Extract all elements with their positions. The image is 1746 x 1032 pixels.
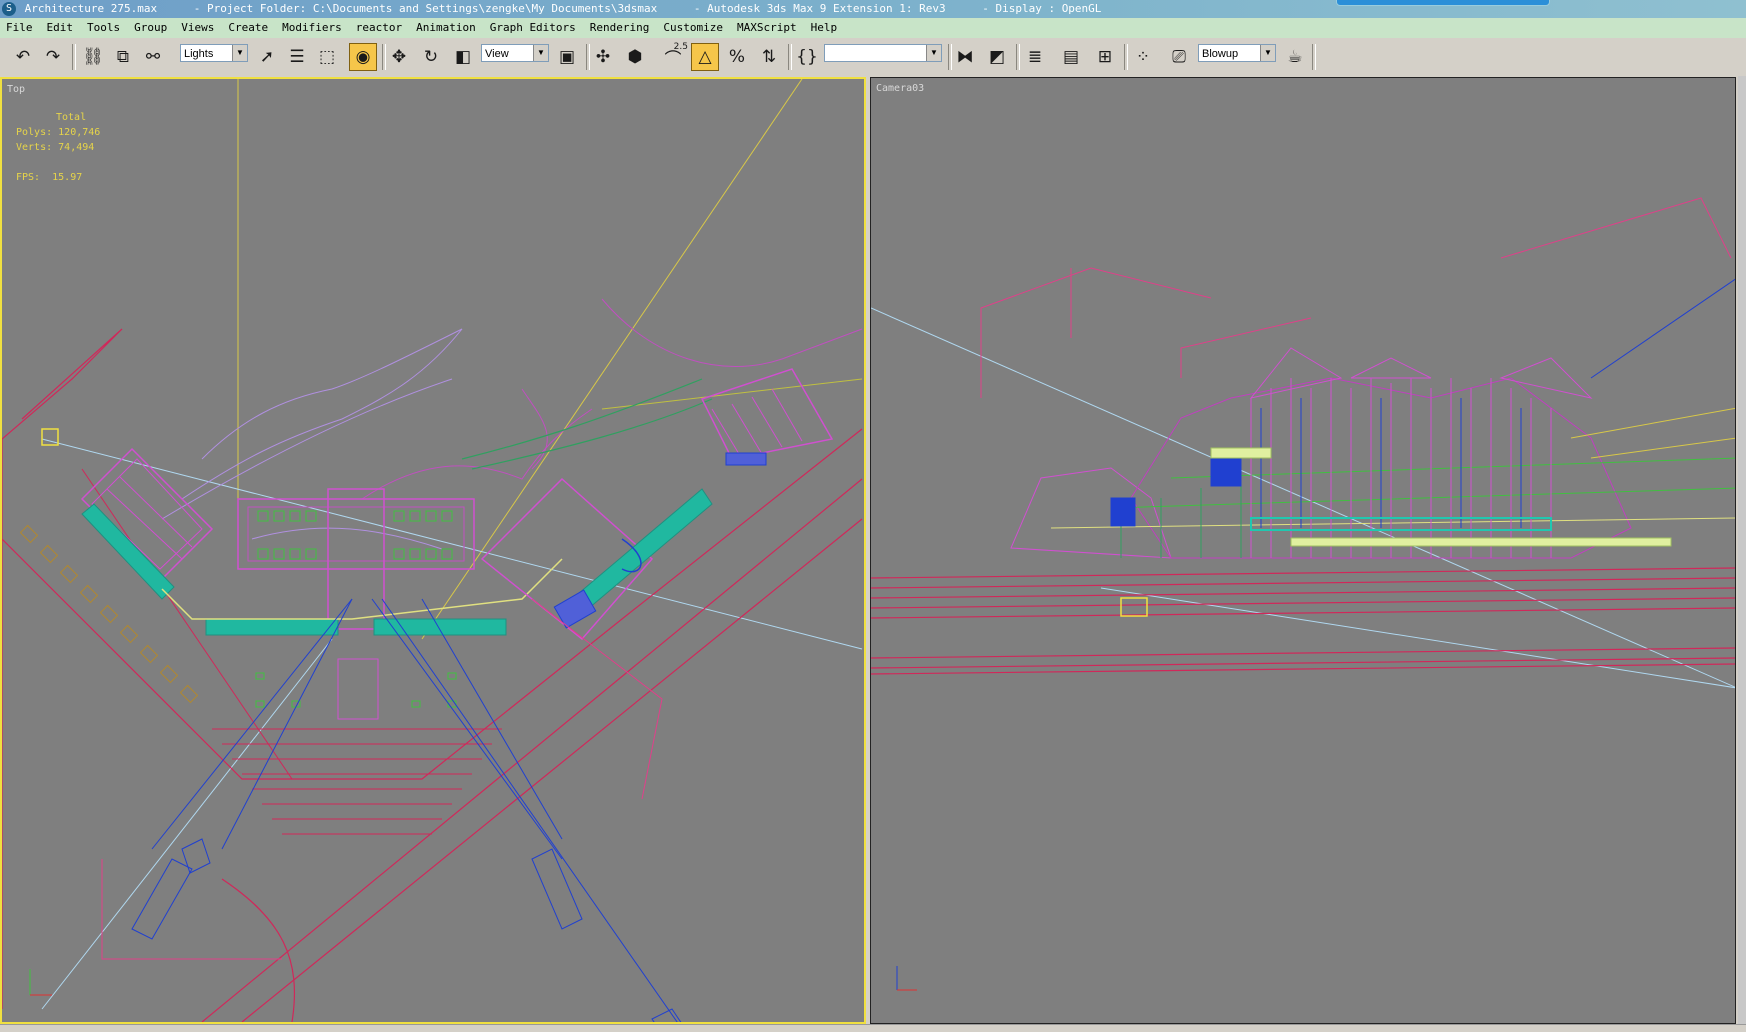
title-bar-controls[interactable] xyxy=(1336,0,1550,6)
title-bar: S Architecture 275.max - Project Folder:… xyxy=(0,0,1746,18)
menu-tools[interactable]: Tools xyxy=(80,18,127,38)
manipulate-icon[interactable]: ✣ xyxy=(590,44,616,70)
select-by-name-icon[interactable]: ☰ xyxy=(284,44,310,70)
stats-fps-value: 15.97 xyxy=(52,172,83,183)
stats-total-header: Total xyxy=(56,112,87,123)
move-icon[interactable]: ✥ xyxy=(386,44,412,70)
align-icon[interactable]: ◩ xyxy=(984,44,1010,70)
stats-polys-label: Polys: xyxy=(16,127,53,138)
menu-edit[interactable]: Edit xyxy=(40,18,81,38)
schematic-icon[interactable]: ⊞ xyxy=(1092,44,1118,70)
material-editor-icon[interactable]: ⁘ xyxy=(1130,44,1156,70)
menu-reactor[interactable]: reactor xyxy=(349,18,409,38)
viewport-statistics: Total Polys: 120,746 Verts: 74,494 FPS: … xyxy=(16,110,100,185)
spinner-snap-icon[interactable]: ⇅ xyxy=(756,44,782,70)
window-crossing-icon[interactable]: ◉ xyxy=(349,43,377,71)
viewport-label-top[interactable]: Top xyxy=(7,84,25,95)
chevron-down-icon: ▼ xyxy=(1260,45,1275,61)
scale-icon[interactable]: ◧ xyxy=(450,44,476,70)
menu-file[interactable]: File xyxy=(0,18,40,38)
chevron-down-icon: ▼ xyxy=(232,45,247,61)
angle-snap-icon[interactable]: △ xyxy=(691,43,719,71)
quick-render-icon[interactable]: ☕ xyxy=(1282,44,1308,70)
menu-animation[interactable]: Animation xyxy=(409,18,483,38)
layer-manager-icon[interactable]: ≣ xyxy=(1022,44,1048,70)
viewport-top[interactable]: Top Total Polys: 120,746 Verts: 74,494 F… xyxy=(0,77,866,1024)
reference-coord-dropdown[interactable]: View ▼ xyxy=(481,44,549,62)
percent-snap-icon[interactable]: % xyxy=(724,44,750,70)
command-panel-edge[interactable] xyxy=(1738,76,1746,1024)
viewport-area: Top Total Polys: 120,746 Verts: 74,494 F… xyxy=(0,76,1746,1031)
render-scene-icon[interactable]: ⎚ xyxy=(1166,44,1192,70)
title-file: Architecture 275.max xyxy=(24,2,158,15)
select-object-icon[interactable]: ➚ xyxy=(254,44,280,70)
rotate-icon[interactable]: ↻ xyxy=(418,44,444,70)
title-display-driver: - Display : OpenGL xyxy=(982,2,1102,15)
redo-icon[interactable]: ↷ xyxy=(40,44,66,70)
named-selection-dropdown[interactable]: ▼ xyxy=(824,44,942,62)
stats-polys-value: 120,746 xyxy=(58,127,101,138)
menu-create[interactable]: Create xyxy=(221,18,275,38)
title-project-folder: - Project Folder: C:\Documents and Setti… xyxy=(193,2,658,15)
stats-fps-label: FPS: xyxy=(16,172,41,183)
bind-spacewarp-icon[interactable]: ⚯ xyxy=(140,44,166,70)
keyboard-shortcut-icon[interactable]: ⬢ xyxy=(622,44,648,70)
menu-modifiers[interactable]: Modifiers xyxy=(275,18,349,38)
curve-editor-icon[interactable]: ▤ xyxy=(1058,44,1084,70)
stats-verts-value: 74,494 xyxy=(58,142,95,153)
menu-customize[interactable]: Customize xyxy=(656,18,730,38)
3dsmax-app-icon[interactable]: S xyxy=(2,2,16,16)
chevron-down-icon: ▼ xyxy=(926,45,941,61)
unlink-icon[interactable]: ⧉ xyxy=(110,44,136,70)
menu-views[interactable]: Views xyxy=(174,18,221,38)
pivot-icon[interactable]: ▣ xyxy=(554,44,580,70)
menu-group[interactable]: Group xyxy=(127,18,174,38)
edit-named-sel-icon[interactable]: {} xyxy=(794,44,820,70)
menu-rendering[interactable]: Rendering xyxy=(583,18,657,38)
camera-view-wireframe xyxy=(871,197,1735,991)
mirror-icon[interactable]: ⧓ xyxy=(952,44,978,70)
chevron-down-icon: ▼ xyxy=(533,45,548,61)
selection-filter-dropdown[interactable]: Lights ▼ xyxy=(180,44,248,62)
render-preset-dropdown[interactable]: Blowup ▼ xyxy=(1198,44,1276,62)
snap-toggle-icon[interactable]: 2.5 ⌒ xyxy=(660,42,689,70)
undo-icon[interactable]: ↶ xyxy=(10,44,36,70)
rect-region-icon[interactable]: ⬚ xyxy=(314,44,340,70)
menu-graph-editors[interactable]: Graph Editors xyxy=(483,18,583,38)
viewport-label-camera[interactable]: Camera03 xyxy=(876,83,924,94)
stats-verts-label: Verts: xyxy=(16,142,53,153)
main-toolbar: ↶ ↷ ⛓ ⧉ ⚯ Lights ▼ ➚ ☰ ⬚ ◉ ✥ ↻ ◧ View ▼ ▣ … xyxy=(0,38,1746,77)
top-view-wireframe xyxy=(2,79,863,1022)
viewport-camera[interactable]: Camera03 xyxy=(870,77,1736,1024)
select-link-icon[interactable]: ⛓ xyxy=(80,44,106,70)
menu-help[interactable]: Help xyxy=(804,18,845,38)
menu-bar: File Edit Tools Group Views Create Modifiers re… xyxy=(0,18,1746,38)
menu-maxscript[interactable]: MAXScript xyxy=(730,18,804,38)
title-app-version: - Autodesk 3ds Max 9 Extension 1: Rev3 xyxy=(693,2,946,15)
